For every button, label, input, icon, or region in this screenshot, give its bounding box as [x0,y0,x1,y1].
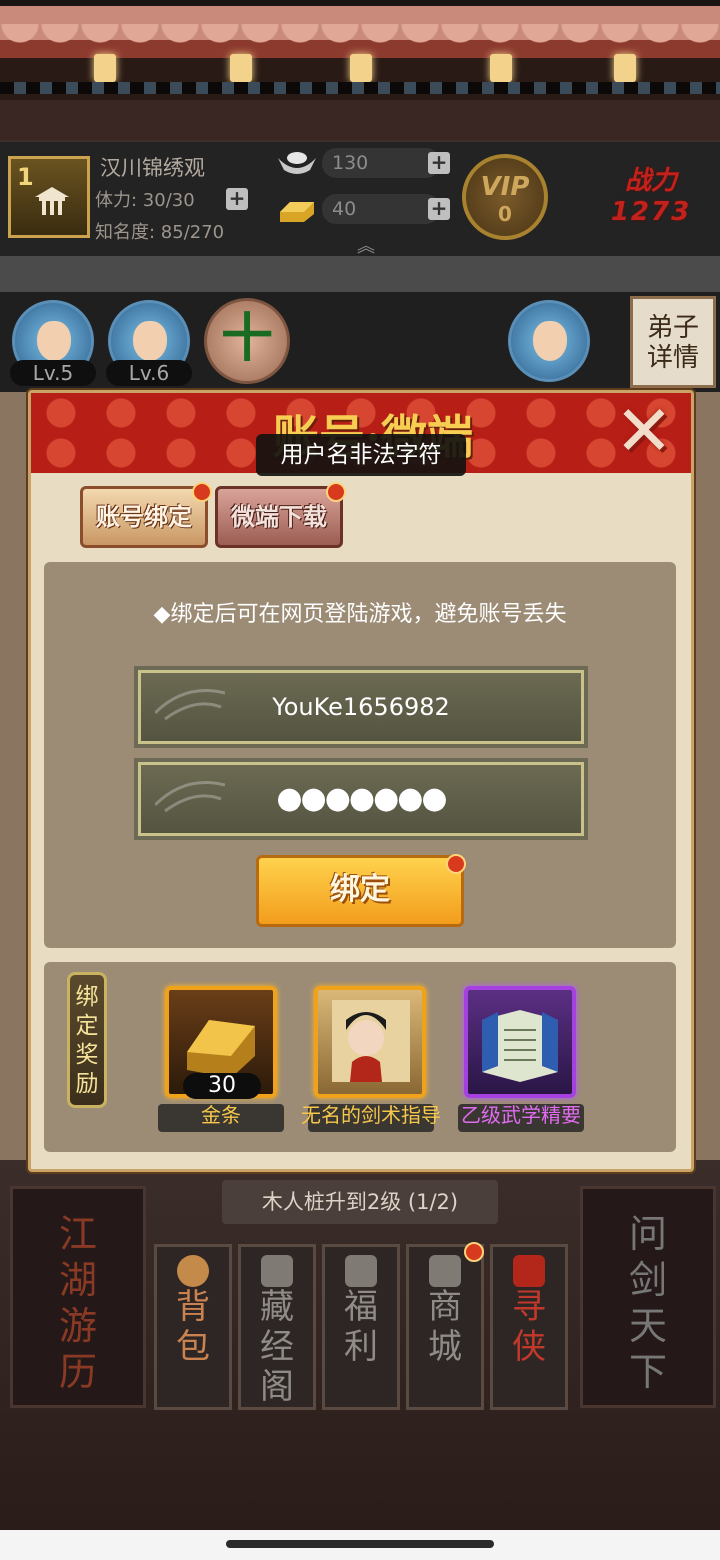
menu-library-label: 藏 经 阁 [260,1287,294,1407]
bind-reward-ribbon: 绑 定 奖 励 [67,972,107,1108]
vip-level: 0 [498,202,512,226]
add-silver-button[interactable]: + [428,152,450,174]
gold-bar-icon [280,202,314,222]
menu-bag-button[interactable]: 背 包 [154,1244,232,1410]
gold-amount: 40 [322,194,440,224]
add-gold-button[interactable]: + [428,198,450,220]
city-name: 汉川锦绣观 [100,156,205,180]
notification-dot [192,482,212,502]
bind-button[interactable]: 绑定 [256,855,464,927]
pavilion-icon [35,187,69,215]
home-indicator[interactable] [226,1540,494,1548]
reward-name: 无名的剑术指导 [301,1103,441,1127]
roof-band [0,82,720,94]
roof-decoration [0,0,720,140]
reward-name: 金条 [201,1103,241,1127]
menu-library-button[interactable]: 藏 经 阁 [238,1244,316,1410]
close-icon[interactable]: ✕ [609,396,679,467]
notification-dot [326,482,346,502]
bag-icon [177,1255,209,1287]
notification-dot [446,854,466,874]
menu-shop-label: 商 城 [428,1287,462,1367]
notification-dot [464,1242,484,1262]
divider-bar [0,256,720,292]
sword-challenge-card[interactable]: 问 剑 天 下 [580,1186,716,1408]
vip-label: VIP [480,172,530,202]
silver-ingot-icon [278,152,316,174]
pavilion-icon [261,1255,293,1287]
silver-amount: 130 [322,148,440,178]
lantern-icon [614,54,636,82]
add-disciple-button[interactable]: 十 [204,298,290,384]
shop-icon [429,1255,461,1287]
fame-text: 知名度: 85/270 [95,222,225,243]
roof-scallop [0,24,720,50]
expand-caret-icon[interactable]: ︽ [348,232,384,257]
task-tracker[interactable]: 木人桩升到2级 (1/2) [222,1180,498,1224]
menu-bag-label: 背 包 [176,1287,210,1367]
reward-count: 30 [183,1073,261,1099]
combat-power: 战力 1273 [596,160,706,227]
password-value: ●●●●●●● [276,781,447,816]
bind-hint-text: ◆绑定后可在网页登陆游戏，避免账号丢失 [153,602,567,627]
vip-badge[interactable]: VIP 0 [462,154,548,240]
disciple-avatar[interactable] [508,300,590,382]
menu-recruit-label: 寻 侠 [512,1287,546,1367]
bamboo-brush-icon [155,689,225,721]
sword-challenge-label: 问 剑 天 下 [628,1212,667,1394]
bamboo-brush-icon [155,781,225,813]
jianghu-journey-label: 江 湖 游 历 [58,1212,97,1394]
menu-welfare-label: 福 利 [344,1287,378,1367]
stamina-text: 体力: 30/30 [95,190,195,211]
jianghu-journey-card[interactable]: 江 湖 游 历 [10,1186,146,1408]
lantern-icon [230,54,252,82]
lantern-icon [94,54,116,82]
disciple-detail-tab[interactable]: 弟子 详情 [630,296,716,388]
tab-account-bind[interactable]: 账号绑定 [80,486,208,548]
power-value: 1273 [610,197,692,227]
error-toast: 用户名非法字符 [256,434,466,476]
menu-recruit-button[interactable]: 寻 侠 [490,1244,568,1410]
lantern-icon [350,54,372,82]
city-level-badge[interactable]: 1 [8,156,90,238]
coin-icon [345,1255,377,1287]
recruit-icon [513,1255,545,1287]
power-label: 战力 [624,166,677,196]
disciple-level: Lv.6 [106,360,192,386]
tab-client-download[interactable]: 微端下载 [215,486,343,548]
lantern-icon [490,54,512,82]
city-level: 1 [17,163,34,191]
reward-item-martial-manual[interactable] [464,986,576,1098]
add-stamina-button[interactable]: + [226,188,248,210]
username-field[interactable]: YouKe1656982 [138,670,584,744]
scroll-portrait-icon [332,1000,410,1082]
disciple-level: Lv.5 [10,360,96,386]
username-value: YouKe1656982 [272,693,450,721]
password-field[interactable]: ●●●●●●● [138,762,584,836]
reward-item-sword-guide[interactable] [314,986,426,1098]
menu-welfare-button[interactable]: 福 利 [322,1244,400,1410]
manual-book-icon [482,1010,558,1082]
menu-shop-button[interactable]: 商 城 [406,1244,484,1410]
reward-name: 乙级武学精要 [461,1103,581,1127]
